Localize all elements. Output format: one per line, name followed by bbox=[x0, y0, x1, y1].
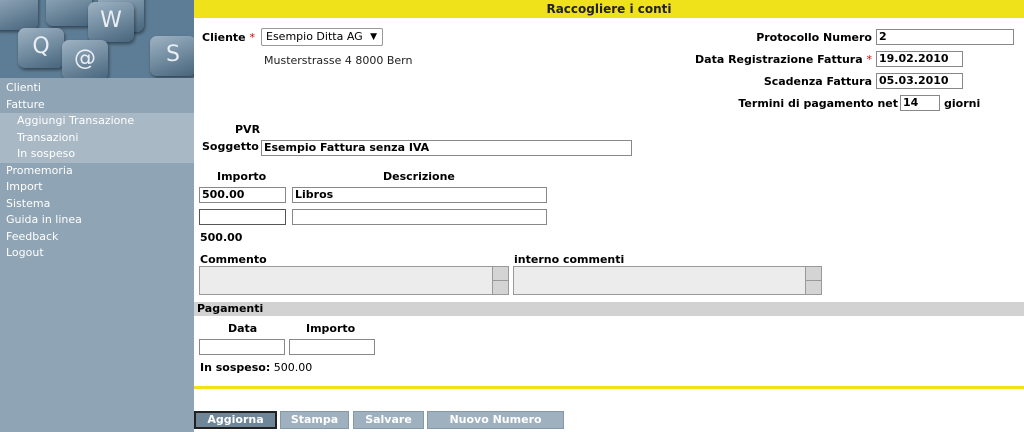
cliente-select-value: Esempio Ditta AG bbox=[266, 30, 363, 43]
protocollo-input[interactable]: 2 bbox=[876, 29, 1014, 45]
line-item-descrizione-input[interactable]: Libros bbox=[292, 187, 547, 203]
importo-header: Importo bbox=[217, 170, 267, 183]
outstanding-value: 500.00 bbox=[273, 361, 313, 374]
line-item-descrizione-input[interactable] bbox=[292, 209, 547, 225]
giorni-label: giorni bbox=[944, 97, 981, 110]
sidebar-item-fatture[interactable]: Fatture bbox=[0, 97, 194, 114]
nuovo-numero-button[interactable]: Nuovo Numero bbox=[427, 411, 564, 429]
line-item-importo-input[interactable] bbox=[199, 209, 286, 225]
descrizione-header: Descrizione bbox=[383, 170, 455, 183]
protocollo-label: Protocollo Numero bbox=[756, 31, 872, 44]
commento-textarea[interactable] bbox=[199, 266, 509, 295]
sidebar-nav: Clienti Fatture Aggiungi Transazione Tra… bbox=[0, 80, 194, 262]
sidebar-item-guida[interactable]: Guida in linea bbox=[0, 212, 194, 229]
commento-label: Commento bbox=[200, 253, 267, 266]
sidebar-item-import[interactable]: Import bbox=[0, 179, 194, 196]
data-registrazione-input[interactable]: 19.02.2010 bbox=[876, 51, 963, 67]
required-marker: * bbox=[866, 53, 873, 66]
soggetto-input[interactable]: Esempio Fattura senza IVA bbox=[261, 140, 632, 156]
soggetto-label: Soggetto bbox=[202, 140, 259, 153]
keyboard-key-at: @ bbox=[62, 40, 108, 78]
keyboard-logo: Q W @ S bbox=[0, 0, 194, 78]
sidebar-item-transazioni[interactable]: Transazioni bbox=[0, 129, 194, 146]
keyboard-key-s: S bbox=[150, 36, 194, 76]
sidebar-item-in-sospeso[interactable]: In sospeso bbox=[0, 146, 194, 163]
salvare-button[interactable]: Salvare bbox=[353, 411, 424, 429]
termini-input[interactable]: 14 bbox=[900, 95, 940, 111]
separator bbox=[194, 386, 1024, 389]
outstanding-amount: In sospeso: 500.00 bbox=[200, 361, 312, 374]
scadenza-label: Scadenza Fattura bbox=[763, 75, 872, 88]
sidebar-item-aggiungi-transazione[interactable]: Aggiungi Transazione bbox=[0, 113, 194, 130]
cliente-select[interactable]: Esempio Ditta AG ▼ bbox=[261, 28, 383, 46]
keyboard-key bbox=[0, 0, 38, 30]
page-title: Raccogliere i conti bbox=[194, 0, 1024, 18]
sidebar-item-clienti[interactable]: Clienti bbox=[0, 80, 194, 97]
line-item-importo-input[interactable]: 500.00 bbox=[199, 187, 286, 203]
client-address: Musterstrasse 4 8000 Bern bbox=[264, 54, 413, 67]
sidebar-item-logout[interactable]: Logout bbox=[0, 245, 194, 262]
interno-commenti-label: interno commenti bbox=[514, 253, 625, 266]
sidebar-item-sistema[interactable]: Sistema bbox=[0, 196, 194, 213]
scrollbar[interactable] bbox=[492, 267, 508, 294]
sidebar-item-feedback[interactable]: Feedback bbox=[0, 229, 194, 246]
aggiorna-button[interactable]: Aggiorna bbox=[194, 411, 277, 429]
cliente-label: Cliente * bbox=[202, 31, 255, 44]
pvr-label: PVR bbox=[235, 123, 261, 136]
stampa-button[interactable]: Stampa bbox=[280, 411, 349, 429]
keyboard-key-q: Q bbox=[18, 28, 64, 68]
sidebar-item-promemoria[interactable]: Promemoria bbox=[0, 163, 194, 180]
payment-importo-input[interactable] bbox=[289, 339, 375, 355]
outstanding-label: In sospeso: bbox=[200, 361, 271, 374]
keyboard-key-w: W bbox=[88, 2, 134, 42]
payment-data-input[interactable] bbox=[199, 339, 285, 355]
required-marker: * bbox=[249, 31, 255, 44]
sidebar: Q W @ S Clienti Fatture Aggiungi Transaz… bbox=[0, 0, 194, 432]
scadenza-input[interactable]: 05.03.2010 bbox=[876, 73, 963, 89]
data-registrazione-label: Data Registrazione Fattura * bbox=[695, 53, 872, 66]
keyboard-key bbox=[46, 0, 92, 26]
payment-importo-header: Importo bbox=[306, 322, 356, 335]
scrollbar[interactable] bbox=[805, 267, 821, 294]
line-items-total: 500.00 bbox=[200, 231, 243, 244]
payment-data-header: Data bbox=[228, 322, 258, 335]
main-content: Raccogliere i conti Cliente * Esempio Di… bbox=[194, 0, 1024, 432]
pagamenti-header: Pagamenti bbox=[194, 302, 1024, 316]
chevron-down-icon: ▼ bbox=[370, 32, 377, 42]
termini-label: Termini di pagamento net bbox=[738, 97, 898, 110]
interno-commenti-textarea[interactable] bbox=[513, 266, 822, 295]
